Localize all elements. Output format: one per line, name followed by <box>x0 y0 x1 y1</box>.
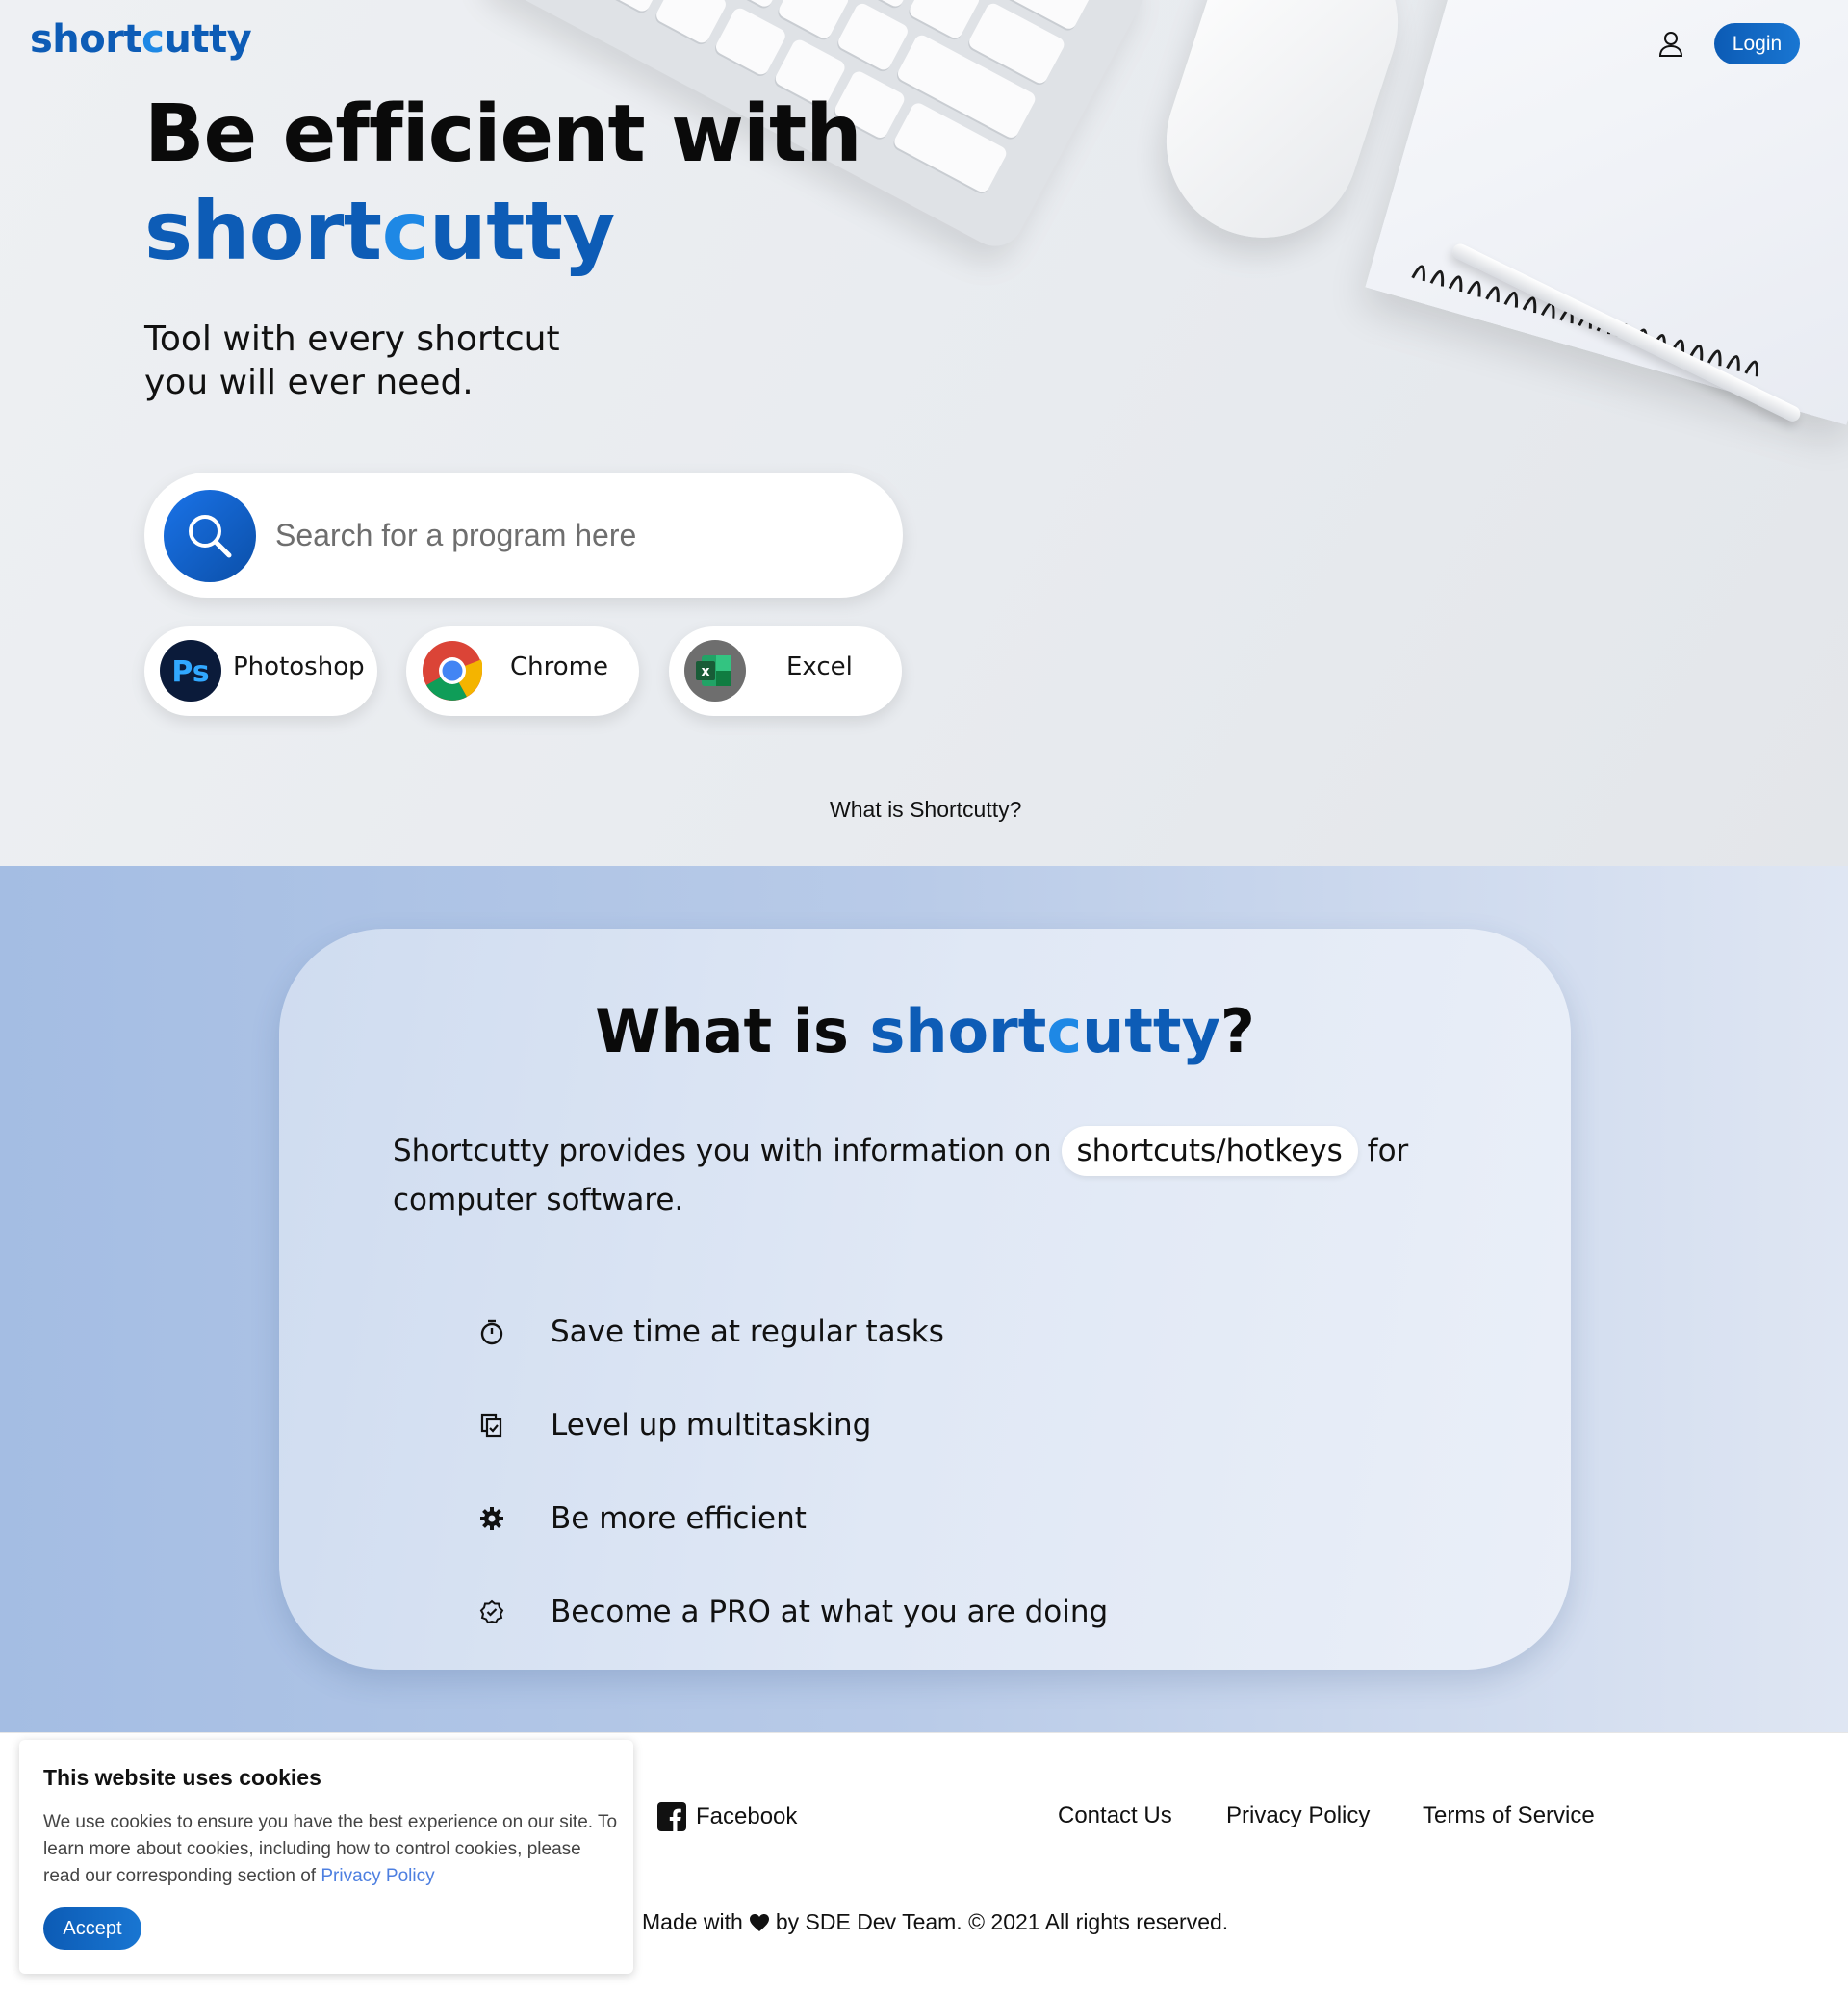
feature-item: Become a PRO at what you are doing <box>476 1588 1108 1636</box>
hero-brand-c: c <box>381 184 430 278</box>
about-card: What is shortcutty? Shortcutty provides … <box>279 929 1571 1670</box>
feature-text: Become a PRO at what you are doing <box>551 1595 1109 1629</box>
quick-program-photoshop[interactable]: Ps Photoshop <box>144 626 377 716</box>
about-brand-c: c <box>1046 996 1083 1066</box>
shortcuts-pill: shortcuts/hotkeys <box>1061 1126 1358 1176</box>
feature-text: Level up multitasking <box>551 1408 872 1443</box>
feature-item: Save time at regular tasks <box>476 1308 944 1356</box>
hero-subtitle-line2: you will ever need. <box>144 363 474 402</box>
about-brand-a: short <box>869 996 1047 1066</box>
hero-subtitle: Tool with every shortcut you will ever n… <box>144 318 683 404</box>
what-is-link[interactable]: What is Shortcutty? <box>830 797 1021 823</box>
about-title-prefix: What is <box>595 996 849 1066</box>
site-logo[interactable]: shortcutty <box>30 17 252 62</box>
facebook-label: Facebook <box>696 1803 798 1829</box>
quick-program-chrome[interactable]: Chrome <box>406 626 639 716</box>
search-icon <box>189 515 232 558</box>
chrome-icon <box>422 640 483 702</box>
user-icon[interactable] <box>1656 29 1686 60</box>
hero-brand-b: utty <box>428 184 615 278</box>
stopwatch-icon <box>476 1316 507 1347</box>
login-button[interactable]: Login <box>1714 23 1800 64</box>
about-desc-before: Shortcutty provides you with information… <box>393 1134 1052 1168</box>
quick-program-label: Excel <box>786 652 853 681</box>
badge-check-icon <box>476 1597 507 1627</box>
hero-brand-a: short <box>144 184 382 278</box>
feature-text: Save time at regular tasks <box>551 1315 944 1349</box>
feature-item: Level up multitasking <box>476 1401 871 1449</box>
about-title-suffix: ? <box>1219 996 1255 1066</box>
facebook-link[interactable]: Facebook <box>657 1802 797 1831</box>
cookie-title: This website uses cookies <box>43 1765 321 1790</box>
svg-text:Ps: Ps <box>171 655 209 689</box>
cookie-banner: This website uses cookies We use cookies… <box>19 1740 633 1974</box>
contact-us-link[interactable]: Contact Us <box>1058 1802 1172 1829</box>
logo-text-a: short <box>30 17 142 62</box>
gear-icon <box>476 1503 507 1534</box>
svg-text:x: x <box>701 664 709 679</box>
quick-program-excel[interactable]: x Excel <box>669 626 902 716</box>
logo-text-b: utty <box>164 17 252 62</box>
quick-program-label: Chrome <box>510 652 608 681</box>
copyright: Made with by SDE Dev Team. © 2021 All ri… <box>642 1909 1228 1935</box>
privacy-policy-link[interactable]: Privacy Policy <box>1226 1802 1370 1829</box>
about-section: What is shortcutty? Shortcutty provides … <box>0 866 1848 1732</box>
facebook-icon <box>657 1802 686 1831</box>
hero-title: Be efficient with <box>144 89 862 180</box>
search-button[interactable] <box>164 490 256 582</box>
excel-icon: x <box>684 640 746 702</box>
about-description: Shortcutty provides you with information… <box>393 1126 1471 1225</box>
mouse-image <box>1141 0 1424 263</box>
made-with-text: Made with <box>642 1909 743 1934</box>
hero-subtitle-line1: Tool with every shortcut <box>144 319 560 359</box>
terms-of-service-link[interactable]: Terms of Service <box>1423 1802 1595 1829</box>
accept-cookies-button[interactable]: Accept <box>43 1907 141 1950</box>
search-bar <box>144 473 903 598</box>
hero-section: shortcutty Login Be efficient with short… <box>0 0 1848 866</box>
feature-item: Be more efficient <box>476 1495 807 1543</box>
copyright-text: by SDE Dev Team. © 2021 All rights reser… <box>775 1909 1229 1934</box>
photoshop-icon: Ps <box>160 640 221 702</box>
hero-brand: shortcutty <box>144 185 615 277</box>
cookie-privacy-link[interactable]: Privacy Policy <box>321 1866 434 1886</box>
search-input[interactable] <box>275 501 872 569</box>
about-title: What is shortcutty? <box>279 996 1571 1066</box>
about-title-brand: shortcutty <box>869 996 1219 1066</box>
about-brand-b: utty <box>1082 996 1220 1066</box>
feature-text: Be more efficient <box>551 1501 807 1536</box>
quick-program-label: Photoshop <box>233 652 365 681</box>
heart-icon <box>749 1913 769 1931</box>
copy-check-icon <box>476 1410 507 1441</box>
cookie-text: We use cookies to ensure you have the be… <box>43 1809 621 1890</box>
logo-text-c: c <box>141 17 165 62</box>
